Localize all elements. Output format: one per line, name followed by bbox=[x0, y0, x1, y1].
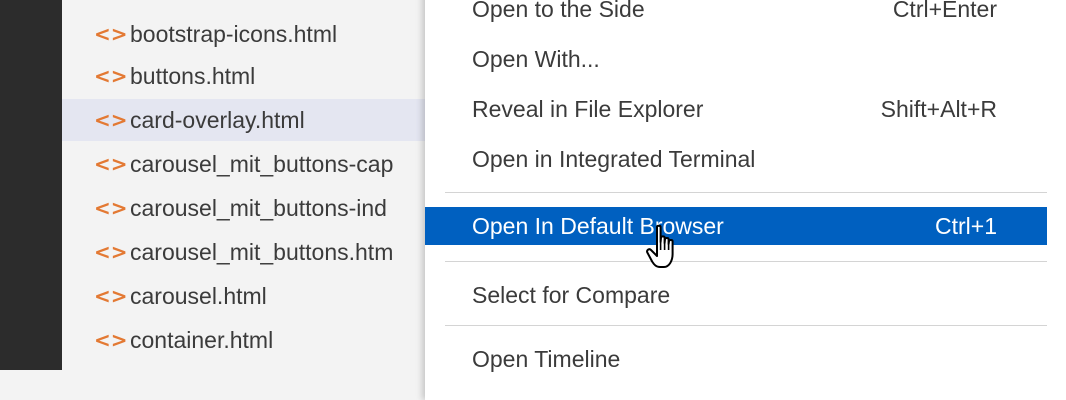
menu-item-label: Open With... bbox=[472, 45, 600, 72]
menu-item-shortcut: Ctrl+1 bbox=[935, 212, 997, 239]
file-item-carousel-buttons[interactable]: <> carousel_mit_buttons.htm bbox=[62, 231, 432, 273]
file-label: carousel_mit_buttons-cap bbox=[130, 150, 394, 177]
file-label: container.html bbox=[130, 326, 274, 353]
menu-item-label: Open in Integrated Terminal bbox=[472, 145, 756, 172]
menu-item-label: Open In Default Browser bbox=[472, 212, 724, 239]
menu-item-reveal-in-file-explorer[interactable]: Reveal in File Explorer Shift+Alt+R bbox=[425, 90, 1047, 128]
menu-item-shortcut: Shift+Alt+R bbox=[880, 95, 997, 122]
html-file-icon: <> bbox=[94, 196, 128, 220]
menu-item-select-for-compare[interactable]: Select for Compare bbox=[425, 276, 1047, 314]
menu-separator bbox=[445, 325, 1047, 326]
menu-item-open-timeline[interactable]: Open Timeline bbox=[425, 340, 1047, 378]
menu-item-shortcut: Ctrl+Enter bbox=[892, 0, 997, 22]
html-file-icon: <> bbox=[94, 22, 128, 46]
context-menu: Open to the Side Ctrl+Enter Open With...… bbox=[425, 0, 1066, 400]
file-item-carousel-ind[interactable]: <> carousel_mit_buttons-ind bbox=[62, 187, 432, 229]
html-file-icon: <> bbox=[94, 284, 128, 308]
menu-item-open-in-default-browser[interactable]: Open In Default Browser Ctrl+1 bbox=[425, 207, 1047, 245]
html-file-icon: <> bbox=[94, 108, 128, 132]
menu-item-open-to-side[interactable]: Open to the Side Ctrl+Enter bbox=[425, 0, 1047, 28]
file-label: carousel_mit_buttons.htm bbox=[130, 238, 394, 265]
menu-separator bbox=[445, 192, 1047, 193]
menu-item-label: Reveal in File Explorer bbox=[472, 95, 704, 122]
file-item-bootstrap-icons[interactable]: <> bootstrap-icons.html bbox=[62, 13, 432, 55]
file-label: carousel_mit_buttons-ind bbox=[130, 194, 387, 221]
menu-item-label: Select for Compare bbox=[472, 281, 671, 308]
activity-bar bbox=[0, 0, 62, 370]
file-label: buttons.html bbox=[130, 62, 256, 89]
file-item-container[interactable]: <> container.html bbox=[62, 319, 432, 361]
file-item-card-overlay[interactable]: <> card-overlay.html bbox=[62, 99, 432, 141]
file-item-carousel[interactable]: <> carousel.html bbox=[62, 275, 432, 317]
menu-item-open-with[interactable]: Open With... bbox=[425, 40, 1047, 78]
file-label: card-overlay.html bbox=[130, 106, 305, 133]
file-label: bootstrap-icons.html bbox=[130, 20, 338, 47]
html-file-icon: <> bbox=[94, 64, 128, 88]
menu-item-label: Open Timeline bbox=[472, 345, 621, 372]
html-file-icon: <> bbox=[94, 240, 128, 264]
menu-item-label: Open to the Side bbox=[472, 0, 645, 22]
menu-separator bbox=[445, 261, 1047, 262]
html-file-icon: <> bbox=[94, 152, 128, 176]
file-label: carousel.html bbox=[130, 282, 267, 309]
html-file-icon: <> bbox=[94, 328, 128, 352]
file-item-buttons[interactable]: <> buttons.html bbox=[62, 55, 432, 97]
file-item-carousel-cap[interactable]: <> carousel_mit_buttons-cap bbox=[62, 143, 432, 185]
menu-item-open-in-terminal[interactable]: Open in Integrated Terminal bbox=[425, 140, 1047, 178]
file-explorer: <> bootstrap-icons.html <> buttons.html … bbox=[62, 0, 432, 370]
